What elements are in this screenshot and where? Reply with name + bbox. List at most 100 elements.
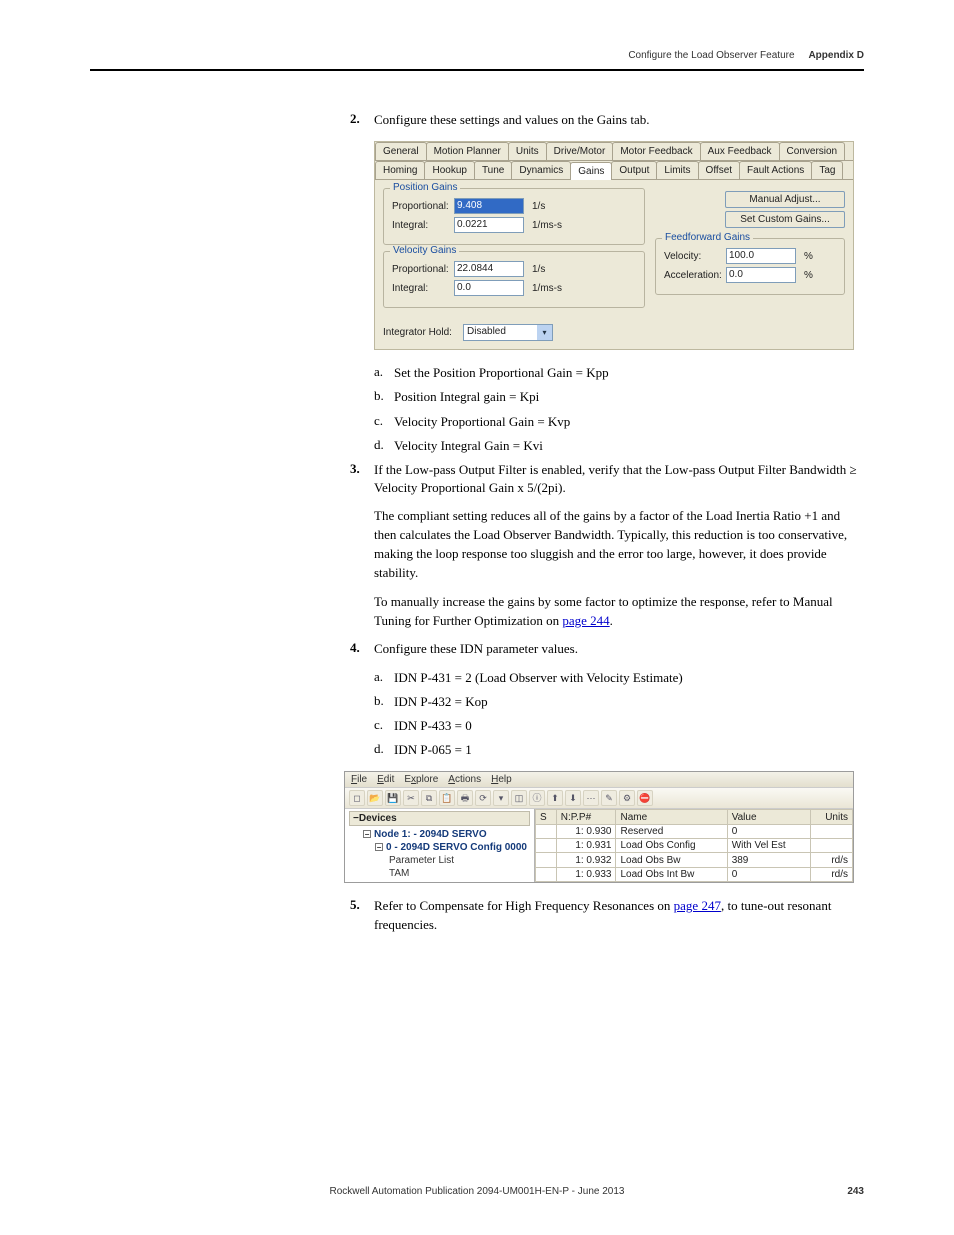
sort-asc-icon[interactable]: ⬆: [547, 790, 563, 806]
tab-limits[interactable]: Limits: [656, 161, 698, 179]
page-247-link[interactable]: page 247: [674, 898, 721, 913]
step-text: Refer to Compensate for High Frequency R…: [374, 897, 864, 933]
tree-node[interactable]: −Node 1: - 2094D SERVO: [349, 828, 530, 841]
gains-dialog: General Motion Planner Units Drive/Motor…: [374, 141, 854, 350]
cell: Load Obs Config: [616, 839, 727, 853]
tab-tag[interactable]: Tag: [811, 161, 843, 179]
col-name[interactable]: Name: [616, 810, 727, 824]
integrator-hold-label: Integrator Hold:: [383, 327, 463, 338]
tab-aux-feedback[interactable]: Aux Feedback: [700, 142, 780, 160]
menu-help[interactable]: Help: [491, 774, 512, 785]
col-np[interactable]: N:P.P#: [556, 810, 616, 824]
feedforward-gains-group: Feedforward Gains Velocity: 100.0 % Acce…: [655, 238, 845, 295]
table-row[interactable]: 1: 0.931Load Obs ConfigWith Vel Est: [536, 839, 853, 853]
collapse-icon: −: [375, 843, 383, 851]
integrator-hold-combo[interactable]: Disabled ▾: [463, 324, 553, 341]
info-icon[interactable]: ⓘ: [529, 790, 545, 806]
substep-text: IDN P-431 = 2 (Load Observer with Veloci…: [394, 669, 864, 687]
tree-node[interactable]: −0 - 2094D SERVO Config 0000: [349, 841, 530, 854]
idn-explorer: File Edit Explore Actions Help ◻ 📂 💾 ✂ ⧉…: [344, 771, 854, 883]
tab-output[interactable]: Output: [611, 161, 657, 179]
substep-label: b.: [374, 693, 394, 711]
tab-fault-actions[interactable]: Fault Actions: [739, 161, 812, 179]
vel-int-input[interactable]: 0.0: [454, 280, 524, 296]
tab-gains[interactable]: Gains: [570, 162, 612, 180]
step-3-para-3: To manually increase the gains by some f…: [374, 593, 864, 631]
refresh-icon[interactable]: ⟳: [475, 790, 491, 806]
menu-explore[interactable]: Explore: [404, 774, 438, 785]
properties-icon[interactable]: ⚙: [619, 790, 635, 806]
menubar: File Edit Explore Actions Help: [345, 772, 853, 787]
tab-offset[interactable]: Offset: [698, 161, 741, 179]
step-number: 4.: [350, 640, 374, 658]
step-number: 3.: [350, 461, 374, 497]
ff-vel-label: Velocity:: [664, 251, 726, 262]
device-tree: −Devices −Node 1: - 2094D SERVO −0 - 209…: [345, 809, 535, 882]
pos-int-input[interactable]: 0.0221: [454, 217, 524, 233]
dropdown-icon[interactable]: ▾: [493, 790, 509, 806]
copy-icon[interactable]: ⧉: [421, 790, 437, 806]
open-icon[interactable]: 📂: [367, 790, 383, 806]
cell: 1: 0.930: [556, 824, 616, 838]
menu-edit[interactable]: Edit: [377, 774, 394, 785]
tab-tune[interactable]: Tune: [474, 161, 512, 179]
new-icon[interactable]: ◻: [349, 790, 365, 806]
tab-hookup[interactable]: Hookup: [424, 161, 474, 179]
step-5: 5. Refer to Compensate for High Frequenc…: [350, 897, 864, 933]
tree-node[interactable]: TAM: [349, 867, 530, 880]
menu-actions[interactable]: Actions: [448, 774, 481, 785]
table-row[interactable]: 1: 0.933Load Obs Int Bw0rd/s: [536, 867, 853, 881]
stop-icon[interactable]: ⛔: [637, 790, 653, 806]
col-value[interactable]: Value: [727, 810, 810, 824]
wand-icon[interactable]: ✎: [601, 790, 617, 806]
tabs-row-1: General Motion Planner Units Drive/Motor…: [375, 142, 853, 161]
page-244-link[interactable]: page 244: [562, 613, 609, 628]
step-text: Configure these settings and values on t…: [374, 111, 864, 129]
position-gains-legend: Position Gains: [390, 182, 460, 193]
more-icon[interactable]: ⋯: [583, 790, 599, 806]
substep-label: c.: [374, 413, 394, 431]
pos-prop-input[interactable]: 9.408: [454, 198, 524, 214]
pane-icon[interactable]: ◫: [511, 790, 527, 806]
cut-icon[interactable]: ✂: [403, 790, 419, 806]
step-text: If the Low-pass Output Filter is enabled…: [374, 461, 864, 497]
print-icon[interactable]: 🖶: [457, 790, 473, 806]
table-row[interactable]: 1: 0.930Reserved0: [536, 824, 853, 838]
cell: Load Obs Bw: [616, 853, 727, 867]
tab-motor-feedback[interactable]: Motor Feedback: [612, 142, 700, 160]
vel-prop-input[interactable]: 22.0844: [454, 261, 524, 277]
col-units[interactable]: Units: [810, 810, 852, 824]
set-custom-gains-button[interactable]: Set Custom Gains...: [725, 211, 845, 228]
ff-acc-label: Acceleration:: [664, 270, 726, 281]
tab-motion-planner[interactable]: Motion Planner: [426, 142, 509, 160]
paste-icon[interactable]: 📋: [439, 790, 455, 806]
tab-conversion[interactable]: Conversion: [779, 142, 846, 160]
sort-desc-icon[interactable]: ⬇: [565, 790, 581, 806]
tree-node[interactable]: Parameter List: [349, 854, 530, 867]
table-row[interactable]: 1: 0.932Load Obs Bw389rd/s: [536, 853, 853, 867]
tab-dynamics[interactable]: Dynamics: [511, 161, 571, 179]
ff-vel-input[interactable]: 100.0: [726, 248, 796, 264]
toolbar: ◻ 📂 💾 ✂ ⧉ 📋 🖶 ⟳ ▾ ◫ ⓘ ⬆ ⬇ ⋯ ✎ ⚙ ⛔: [345, 787, 853, 809]
ff-vel-unit: %: [804, 251, 813, 262]
vel-prop-label: Proportional:: [392, 264, 454, 275]
cell: Load Obs Int Bw: [616, 867, 727, 881]
menu-file[interactable]: File: [351, 774, 367, 785]
substep-label: b.: [374, 388, 394, 406]
text: .: [610, 613, 613, 628]
tab-homing[interactable]: Homing: [375, 161, 425, 179]
header-title: Configure the Load Observer Feature: [628, 50, 794, 61]
col-s[interactable]: S: [536, 810, 557, 824]
substep-text: IDN P-433 = 0: [394, 717, 864, 735]
cell: With Vel Est: [727, 839, 810, 853]
tab-general[interactable]: General: [375, 142, 427, 160]
tab-drive-motor[interactable]: Drive/Motor: [546, 142, 614, 160]
substep-label: a.: [374, 364, 394, 382]
step-number: 5.: [350, 897, 374, 933]
manual-adjust-button[interactable]: Manual Adjust...: [725, 191, 845, 208]
chevron-down-icon: ▾: [537, 325, 552, 340]
save-icon[interactable]: 💾: [385, 790, 401, 806]
ff-acc-input[interactable]: 0.0: [726, 267, 796, 283]
cell: [810, 824, 852, 838]
tab-units[interactable]: Units: [508, 142, 547, 160]
